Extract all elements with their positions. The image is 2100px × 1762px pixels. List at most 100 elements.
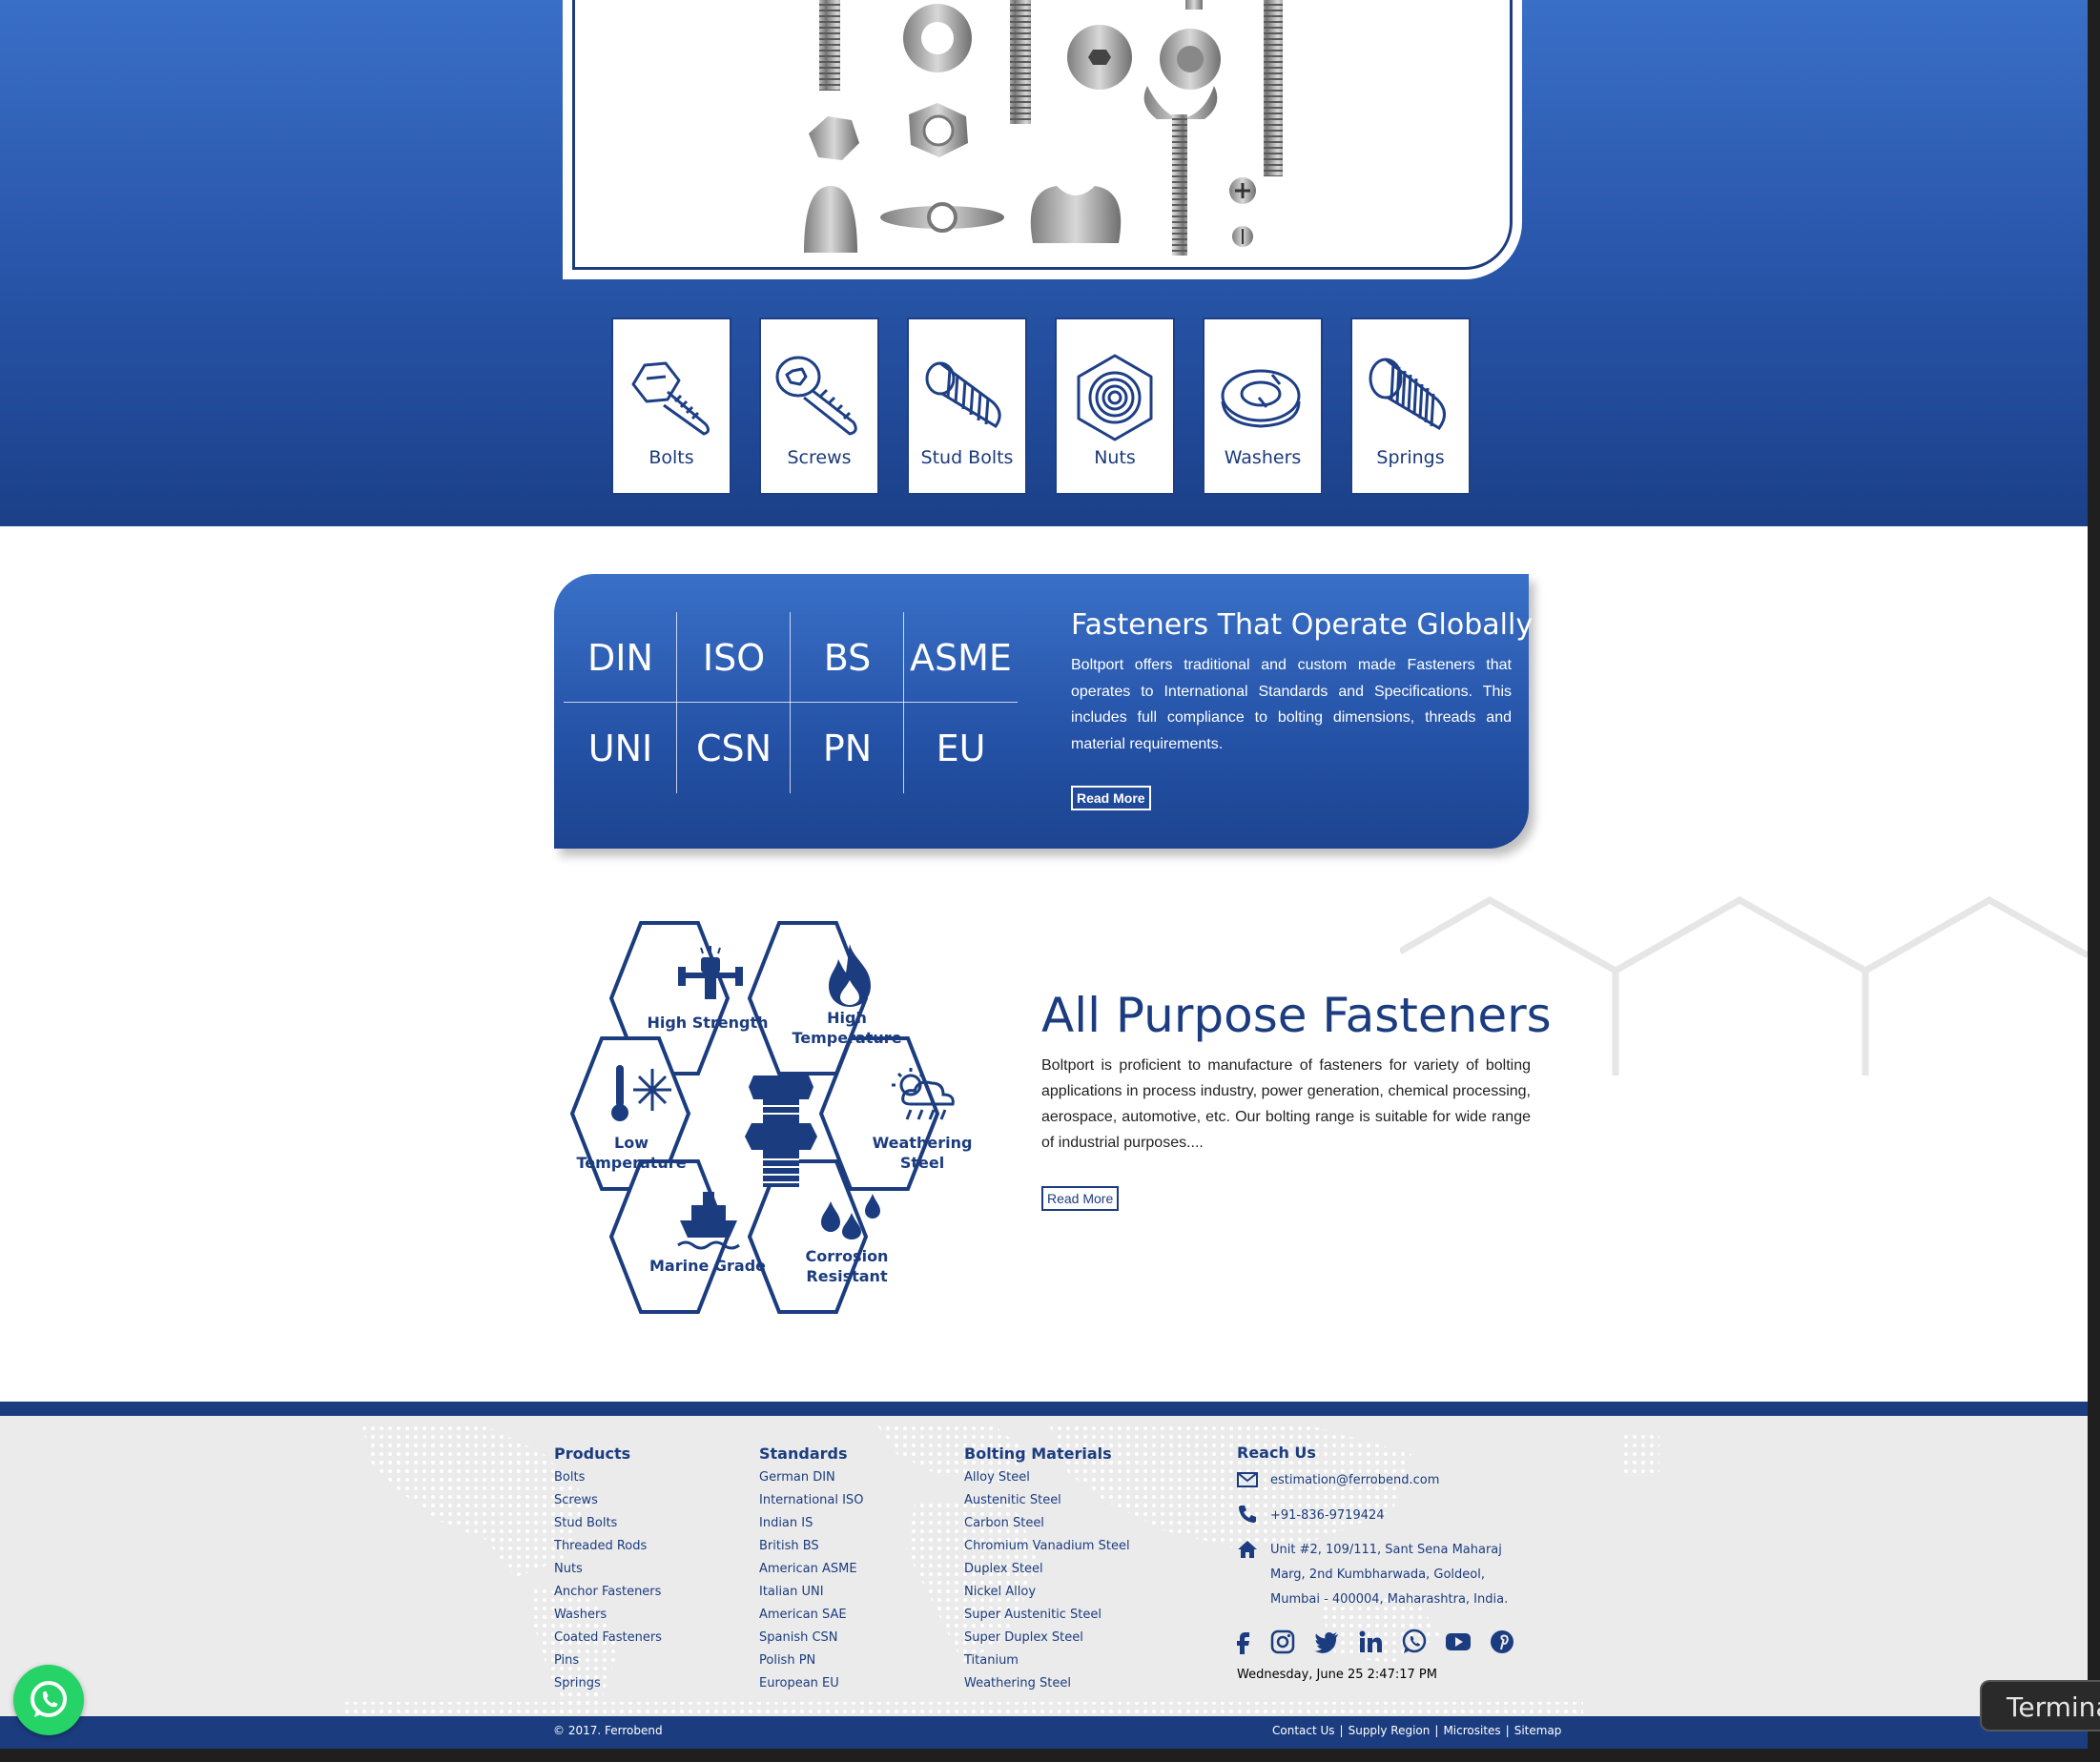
separator: | [1434,1724,1439,1737]
twitter-icon[interactable] [1313,1629,1340,1655]
footer-link[interactable]: Stud Bolts [554,1516,617,1530]
footer-reach-heading: Reach Us [1237,1444,1316,1462]
category-label: Bolts [649,447,694,468]
footer-link[interactable]: Washers [554,1608,607,1622]
screw-icon [775,356,857,436]
footer-link[interactable]: American ASME [759,1562,857,1576]
standard-eu[interactable]: EU [904,703,1018,793]
footer-link[interactable]: Italian UNI [759,1585,824,1599]
whatsapp-chat-button[interactable] [13,1665,84,1735]
footer-link[interactable]: German DIN [759,1470,835,1485]
label-line: Steel [899,1154,945,1172]
water-drops-icon [821,1194,880,1240]
separator: | [1505,1724,1510,1737]
envelope-icon [1237,1472,1258,1487]
label-line: Temperature [792,1029,902,1047]
footer-link[interactable]: Nuts [554,1562,583,1576]
footer-standards-heading: Standards [759,1444,848,1463]
whatsapp-icon[interactable] [1401,1629,1428,1655]
footer-link[interactable]: Threaded Rods [554,1539,647,1553]
category-label: Stud Bolts [920,447,1014,468]
footer-link[interactable]: Springs [554,1676,601,1690]
youtube-icon[interactable] [1445,1629,1472,1655]
footer-link[interactable]: Alloy Steel [964,1470,1030,1485]
terminal-tooltip[interactable]: Termina [1980,1680,2100,1731]
category-card-springs[interactable]: Springs [1350,318,1471,495]
footer-link[interactable]: European EU [759,1676,839,1690]
nut-icon [1077,354,1153,441]
footer-link[interactable]: Austenitic Steel [964,1493,1061,1507]
category-card-stud-bolts[interactable]: Stud Bolts [907,318,1027,495]
category-card-washers[interactable]: Washers [1203,318,1323,495]
bottom-link-supply-region[interactable]: Supply Region [1349,1724,1431,1737]
footer-link[interactable]: Chromium Vanadium Steel [964,1539,1130,1553]
all-purpose-read-more-button[interactable]: Read More [1041,1186,1120,1211]
footer-link[interactable]: British BS [759,1539,819,1553]
instagram-icon[interactable] [1269,1629,1296,1655]
footer-address-line: Marg, 2nd Kumbharwada, Goldeol, [1270,1567,1485,1582]
footer-link[interactable]: Pins [554,1653,579,1668]
copyright: © 2017. Ferrobend [553,1724,663,1737]
footer-top-bar [0,1402,2088,1416]
footer-link[interactable]: Carbon Steel [964,1516,1044,1530]
feature-hexagons: High Strength High Temperature Low Tempera… [567,915,1006,1335]
standard-iso[interactable]: ISO [677,612,791,703]
grid-divider [676,612,677,793]
footer-link[interactable]: Anchor Fasteners [554,1585,661,1599]
global-title: Fasteners That Operate Globally [1071,608,1534,642]
footer-address-line: Unit #2, 109/111, Sant Sena Maharaj [1270,1543,1502,1557]
standard-pn[interactable]: PN [791,703,904,793]
global-read-more-button[interactable]: Read More [1071,786,1151,810]
footer-link[interactable]: Titanium [964,1653,1019,1668]
category-card-nuts[interactable]: Nuts [1055,318,1175,495]
footer-link[interactable]: Weathering Steel [964,1676,1071,1690]
footer-link[interactable]: International ISO [759,1493,863,1507]
footer-link[interactable]: Polish PN [759,1653,815,1668]
grid-divider [903,612,904,793]
grid-divider [790,612,791,793]
home-icon [1238,1541,1257,1558]
bottom-link-sitemap[interactable]: Sitemap [1514,1724,1562,1737]
footer-phone-link[interactable]: +91-836-9719424 [1270,1508,1385,1523]
footer-link[interactable]: Nickel Alloy [964,1585,1036,1599]
category-label: Washers [1224,447,1302,468]
footer-link[interactable]: Coated Fasteners [554,1630,662,1645]
bottom-link-contact[interactable]: Contact Us [1272,1724,1335,1737]
bolt-icon [631,361,710,436]
label-line: Corrosion [805,1247,889,1265]
footer-link[interactable]: Indian IS [759,1516,813,1530]
category-label: Springs [1376,447,1445,468]
footer-link[interactable]: Spanish CSN [759,1630,838,1645]
standard-asme[interactable]: ASME [904,612,1018,703]
grid-divider [564,702,1018,703]
hero-section: Bolts Screws Stud Bolts Nuts Washers Spr… [0,0,2088,526]
standard-din[interactable]: DIN [564,612,677,703]
footer-link[interactable]: Duplex Steel [964,1562,1043,1576]
footer-bottom-bar [0,1716,2088,1749]
linkedin-icon[interactable] [1357,1629,1384,1655]
footer-email-link[interactable]: estimation@ferrobend.com [1270,1473,1439,1487]
window-edge [0,1749,2088,1762]
label-line: High [827,1009,867,1027]
standard-uni[interactable]: UNI [564,703,677,793]
separator: | [1339,1724,1344,1737]
footer-link[interactable]: Screws [554,1493,598,1507]
footer-link[interactable]: Bolts [554,1470,585,1485]
footer-link[interactable]: American SAE [759,1608,847,1622]
footer-link[interactable]: Super Duplex Steel [964,1630,1083,1645]
bottom-link-microsites[interactable]: Microsites [1443,1724,1500,1737]
footer-link[interactable]: Super Austenitic Steel [964,1608,1101,1622]
thermometer-snowflake-icon [611,1065,671,1121]
category-card-screws[interactable]: Screws [759,318,879,495]
standard-bs[interactable]: BS [791,612,904,703]
category-card-bolts[interactable]: Bolts [611,318,731,495]
hero-image-frame [563,0,1522,279]
label-line: Resistant [806,1267,888,1285]
pinterest-icon[interactable] [1489,1629,1515,1655]
strong-arm-icon [678,946,743,999]
facebook-icon[interactable] [1230,1629,1257,1655]
standard-csn[interactable]: CSN [677,703,791,793]
fasteners-photo [804,0,1283,256]
hex-label-marine-grade: Marine Grade [649,1257,767,1275]
sun-cloud-rain-icon [892,1068,955,1120]
